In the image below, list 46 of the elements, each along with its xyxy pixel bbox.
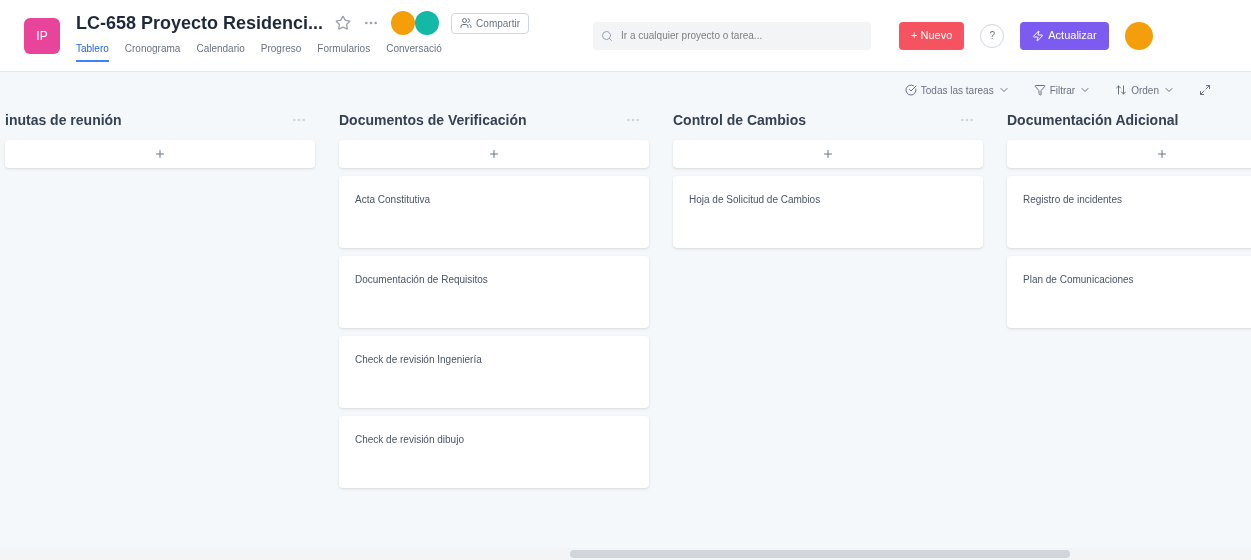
column-title: Control de Cambios bbox=[673, 111, 806, 130]
avatar[interactable] bbox=[415, 11, 440, 35]
task-card[interactable]: Hoja de Solicitud de Cambios bbox=[673, 176, 983, 248]
user-avatar[interactable] bbox=[1124, 21, 1153, 50]
column-title: Documentos de Verificación bbox=[339, 111, 527, 130]
sort-icon bbox=[1115, 84, 1128, 96]
check-circle-icon bbox=[904, 84, 917, 96]
filter-icon bbox=[1033, 84, 1046, 96]
people-icon bbox=[460, 17, 473, 29]
share-button[interactable]: Compartir bbox=[451, 12, 529, 34]
tab[interactable]: Conversació bbox=[386, 41, 442, 62]
toolbar-dropdown[interactable]: Orden bbox=[1115, 82, 1175, 98]
project-title: LC-658 Proyecto Residenci... bbox=[76, 12, 324, 35]
column-title: inutas de reunión bbox=[5, 111, 122, 130]
toolbar-dropdown[interactable]: Filtrar bbox=[1033, 82, 1092, 98]
horizontal-scrollbar[interactable] bbox=[0, 548, 1251, 560]
tab[interactable]: Cronograma bbox=[124, 41, 181, 62]
avatar[interactable] bbox=[391, 11, 416, 35]
add-card-button[interactable] bbox=[673, 140, 983, 168]
tab[interactable]: Progreso bbox=[260, 41, 302, 62]
add-card-button[interactable] bbox=[1007, 140, 1251, 168]
task-card[interactable]: Check de revisión dibujo bbox=[339, 416, 649, 488]
plus-icon bbox=[154, 148, 166, 160]
task-card[interactable]: Plan de Comunicaciones bbox=[1007, 256, 1251, 328]
tab[interactable]: Tablero bbox=[76, 41, 109, 62]
add-card-button[interactable] bbox=[339, 140, 649, 168]
project-logo: IP bbox=[24, 17, 60, 54]
expand-icon[interactable] bbox=[1199, 84, 1211, 96]
star-icon[interactable] bbox=[335, 15, 352, 31]
lightning-icon bbox=[1032, 29, 1045, 42]
plus-icon bbox=[1156, 148, 1168, 160]
search-icon bbox=[601, 29, 613, 42]
tab[interactable]: Calendario bbox=[196, 41, 245, 62]
column-title: Documentación Adicional bbox=[1007, 111, 1179, 130]
new-button[interactable]: + Nuevo bbox=[899, 21, 965, 50]
plus-icon bbox=[488, 148, 500, 160]
task-card[interactable]: Documentación de Requisitos bbox=[339, 256, 649, 328]
toolbar-dropdown[interactable]: Todas las tareas bbox=[904, 82, 1010, 98]
task-card[interactable]: Acta Constitutiva bbox=[339, 176, 649, 248]
task-card[interactable]: Registro de incidentes bbox=[1007, 176, 1251, 248]
task-card[interactable]: Check de revisión Ingeniería bbox=[339, 336, 649, 408]
add-card-button[interactable] bbox=[5, 140, 315, 168]
upgrade-button[interactable]: Actualizar bbox=[1020, 21, 1109, 50]
search-field[interactable]: Ir a cualquier proyecto o tarea... bbox=[593, 21, 871, 50]
tab[interactable]: Formularios bbox=[317, 41, 371, 62]
plus-icon bbox=[822, 148, 834, 160]
